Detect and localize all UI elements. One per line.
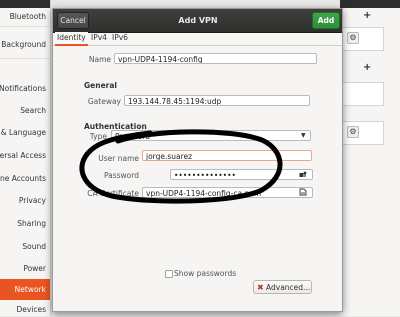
sidebar-item-region-language[interactable]: Region & Language	[0, 126, 50, 140]
sidebar-item-label: Universal Access	[0, 151, 46, 160]
chevron-down-icon: ▼	[301, 132, 306, 139]
sidebar-item-label: Region & Language	[0, 128, 46, 137]
sidebar-item-search[interactable]: Search	[0, 104, 50, 118]
sidebar-item-label: Privacy	[18, 196, 46, 205]
sidebar-item-label: Sharing	[17, 219, 46, 228]
vpn-card	[341, 82, 384, 106]
sidebar-item-power[interactable]: Power	[0, 262, 50, 276]
dialog-title: Add VPN	[178, 16, 218, 25]
advanced-button[interactable]: ✖ Advanced...	[253, 280, 312, 294]
sidebar-item-label: Search	[20, 106, 46, 115]
sidebar-item-network[interactable]: Network	[0, 279, 50, 300]
gear-icon[interactable]: ⚙	[347, 126, 359, 138]
sidebar-item-label: Power	[23, 264, 46, 273]
name-field[interactable]: vpn-UDP4-1194-config	[114, 53, 317, 64]
sidebar-item-label: Sound	[22, 242, 46, 251]
settings-sidebar-header	[0, 0, 50, 8]
file-chooser-icon	[299, 188, 307, 198]
general-section-title: General	[84, 81, 117, 90]
sidebar-divider	[0, 26, 50, 27]
add-button[interactable]: Add	[312, 12, 340, 29]
ca-certificate-chooser[interactable]: vpn-UDP4-1194-config-ca.pem	[142, 187, 313, 198]
sidebar-item-devices[interactable]: Devices	[0, 303, 50, 317]
username-field[interactable]: jorge.suarez	[142, 150, 312, 161]
tools-icon: ✖	[257, 283, 264, 292]
sidebar-item-sound[interactable]: Sound	[0, 240, 50, 254]
password-field[interactable]: ••••••••••••••	[170, 169, 313, 180]
tab-identity[interactable]: Identity	[55, 32, 88, 46]
sidebar-item-bluetooth[interactable]: Bluetooth	[0, 10, 50, 24]
settings-header-edge	[340, 0, 400, 8]
type-label: Type	[89, 132, 107, 141]
sidebar-item-online-accounts[interactable]: Online Accounts	[0, 172, 50, 186]
sidebar-item-notifications[interactable]: Notifications	[0, 82, 50, 96]
sidebar-item-label: Devices	[16, 305, 46, 314]
show-passwords-label: Show passwords	[174, 269, 237, 278]
gear-icon[interactable]: ⚙	[347, 32, 359, 44]
sidebar-item-label: Online Accounts	[0, 174, 46, 183]
dialog-titlebar: Cancel Add VPN Add	[53, 9, 342, 33]
sidebar-item-privacy[interactable]: Privacy	[0, 194, 50, 208]
password-label: Password	[103, 171, 139, 180]
cancel-button[interactable]: Cancel	[57, 12, 89, 29]
gateway-label: Gateway	[87, 97, 121, 106]
ca-certificate-label: CA Certificate	[87, 189, 139, 198]
sidebar-item-background[interactable]: Background	[0, 38, 50, 52]
sidebar-divider	[0, 58, 50, 59]
tab-ipv4[interactable]: IPv4	[89, 32, 109, 44]
gateway-field[interactable]: 193.144.78.45:1194:udp	[124, 95, 310, 106]
sidebar-item-label: Background	[1, 40, 46, 49]
sidebar-item-label: Notifications	[0, 84, 46, 93]
add-vpn-plus-icon[interactable]: +	[363, 62, 371, 73]
sidebar-item-sharing[interactable]: Sharing	[0, 217, 50, 231]
sidebar-item-label: Network	[14, 285, 46, 294]
name-label: Name	[88, 55, 111, 64]
tab-bar: Identity IPv4 IPv6	[53, 32, 342, 46]
sidebar-item-label: Bluetooth	[9, 12, 46, 21]
add-connection-plus-icon[interactable]: +	[363, 10, 371, 21]
add-vpn-dialog: Cancel Add VPN Add Identity IPv4 IPv6 Na…	[52, 8, 343, 312]
show-passwords-checkbox[interactable]	[165, 270, 173, 278]
sidebar-item-universal-access[interactable]: Universal Access	[0, 149, 50, 163]
type-dropdown-value: Password	[115, 132, 151, 141]
tab-ipv6[interactable]: IPv6	[110, 32, 130, 44]
password-storage-icon[interactable]	[299, 170, 307, 180]
type-dropdown[interactable]: Password	[111, 130, 311, 141]
advanced-button-label: Advanced...	[266, 283, 311, 292]
username-label: User name	[98, 154, 139, 163]
